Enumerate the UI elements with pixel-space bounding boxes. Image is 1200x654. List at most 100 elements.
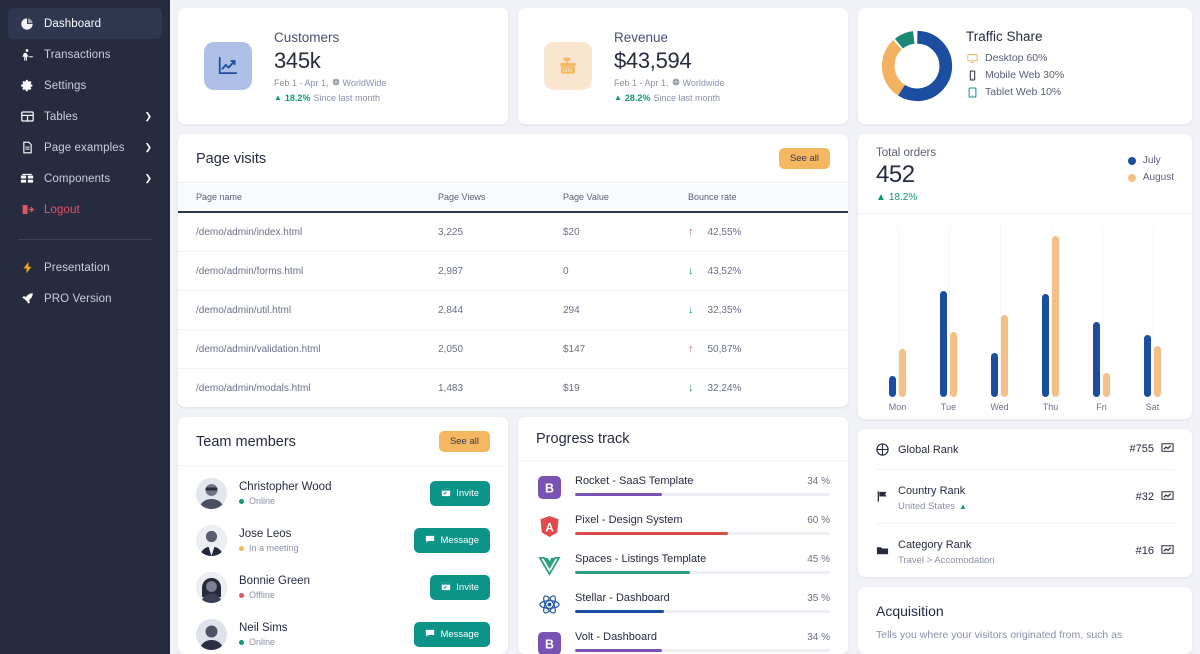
rank-sublabel: United States ▲ <box>898 501 1136 512</box>
avatar <box>196 525 227 556</box>
stat-value: 345k <box>274 48 386 74</box>
rank-value: #755 <box>1130 443 1154 455</box>
button-label: Invite <box>456 488 479 499</box>
table-row[interactable]: /demo/admin/validation.html 2,050 $147 ↑… <box>178 330 848 369</box>
sidebar: Dashboard Transactions Settings Tables ❯ <box>0 0 170 654</box>
sidebar-item-pro-version[interactable]: PRO Version <box>8 283 162 314</box>
sidebar-item-logout[interactable]: Logout <box>8 194 162 225</box>
stat-delta-value: 18.2% <box>285 93 311 103</box>
rankings-card: Global Rank #755 Country Rank <box>858 429 1192 577</box>
sidebar-item-transactions[interactable]: Transactions <box>8 39 162 70</box>
bootstrap-icon: B <box>536 630 562 654</box>
bar-august <box>1154 346 1161 397</box>
desktop-icon <box>966 53 978 64</box>
status-dot <box>239 640 244 645</box>
member-status: Online <box>239 637 402 647</box>
invite-button[interactable]: Invite <box>430 481 490 506</box>
bar-july <box>889 376 896 397</box>
sidebar-item-settings[interactable]: Settings <box>8 70 162 101</box>
chart-bars <box>872 226 1178 397</box>
rank-value-wrap: #32 <box>1136 489 1174 505</box>
x-label: Thu <box>1025 402 1076 412</box>
invite-button[interactable]: Invite <box>430 575 490 600</box>
globe-icon <box>672 78 680 88</box>
angular-icon: A <box>536 513 562 539</box>
bootstrap-icon: B <box>536 474 562 500</box>
message-button[interactable]: Message <box>414 622 490 647</box>
rank-sub-text: Travel > Accomodation <box>898 555 995 566</box>
bolt-icon <box>18 261 36 274</box>
legend-item-tablet: Tablet Web 10% <box>966 86 1172 98</box>
stat-delta: ▲ 18.2% Since last month <box>274 93 386 103</box>
stat-value: $43,594 <box>614 48 724 74</box>
cell-page-name: /demo/admin/modals.html <box>178 369 438 408</box>
stat-delta-text: Since last month <box>653 93 720 103</box>
cash-register-icon <box>544 42 592 90</box>
stat-range-region: WorldWide <box>343 78 387 88</box>
acquisition-card: Acquisition Tells you where your visitor… <box>858 587 1192 654</box>
bar-august <box>1001 315 1008 397</box>
arrow-down-icon: ↓ <box>688 265 694 277</box>
sidebar-item-label: Dashboard <box>44 18 152 30</box>
chart-line-icon <box>204 42 252 90</box>
list-item: Jose Leos In a meeting Message <box>196 517 490 564</box>
legend-item-august: August <box>1128 172 1174 183</box>
stat-range-dates: Feb 1 - Apr 1, <box>274 78 329 88</box>
stat-delta-text: Since last month <box>313 93 380 103</box>
table-row[interactable]: /demo/admin/modals.html 1,483 $19 ↓32,24… <box>178 369 848 408</box>
sidebar-item-tables[interactable]: Tables ❯ <box>8 101 162 132</box>
x-label: Tue <box>923 402 974 412</box>
list-item: Spaces - Listings Template 45 % <box>536 545 830 584</box>
rank-row-category: Category Rank Travel > Accomodation #16 <box>876 524 1174 577</box>
button-label: Message <box>440 535 479 546</box>
x-label: Sat <box>1127 402 1178 412</box>
chevron-right-icon: ❯ <box>142 111 152 122</box>
message-button[interactable]: Message <box>414 528 490 553</box>
sidebar-item-page-examples[interactable]: Page examples ❯ <box>8 132 162 163</box>
legend-dot <box>1128 157 1136 165</box>
team-members-list: Christopher Wood Online Invite <box>178 466 508 654</box>
table-row[interactable]: /demo/admin/forms.html 2,987 0 ↓43,52% <box>178 252 848 291</box>
member-name: Christopher Wood <box>239 481 418 493</box>
orders-delta: ▲ 18.2% <box>876 192 936 203</box>
progress-name: Volt - Dashboard <box>575 631 657 643</box>
sidebar-item-label: Tables <box>44 111 142 123</box>
rank-row-global: Global Rank #755 <box>876 429 1174 470</box>
rank-label: Country Rank <box>898 485 965 497</box>
stats-row: Customers 345k Feb 1 - Apr 1, WorldWide … <box>178 8 1192 124</box>
cell-bounce-rate: 32,35% <box>708 305 742 316</box>
team-members-header: Team members See all <box>178 417 508 466</box>
calendar-icon <box>441 487 451 500</box>
button-label: Invite <box>456 582 479 593</box>
see-all-button[interactable]: See all <box>779 148 830 169</box>
sidebar-item-components[interactable]: Components ❯ <box>8 163 162 194</box>
revenue-stat-card: Revenue $43,594 Feb 1 - Apr 1, Worldwide… <box>518 8 848 124</box>
sidebar-item-dashboard[interactable]: Dashboard <box>8 8 162 39</box>
status-label: Offline <box>249 590 275 600</box>
chevron-right-icon: ❯ <box>142 142 152 153</box>
traffic-share-title: Traffic Share <box>966 29 1172 44</box>
cell-page-value: $19 <box>563 369 688 408</box>
arrow-up-icon: ▲ <box>876 192 886 203</box>
avatar <box>196 619 227 650</box>
arrow-up-icon: ▲ <box>959 502 967 511</box>
bar-july <box>1144 335 1151 397</box>
tablet-icon <box>966 87 978 98</box>
sidebar-item-presentation[interactable]: Presentation <box>8 252 162 283</box>
team-members-card: Team members See all Christopher Wood <box>178 417 508 654</box>
bar-july <box>1042 294 1049 397</box>
cell-page-value: 294 <box>563 291 688 330</box>
bar-july <box>940 291 947 397</box>
table-row[interactable]: /demo/admin/util.html 2,844 294 ↓32,35% <box>178 291 848 330</box>
see-all-button[interactable]: See all <box>439 431 490 452</box>
table-row[interactable]: /demo/admin/index.html 3,225 $20 ↑42,55% <box>178 212 848 252</box>
status-dot <box>239 546 244 551</box>
orders-value: 452 <box>876 161 936 189</box>
legend-label: Tablet Web 10% <box>985 86 1061 98</box>
dashboard-app: Dashboard Transactions Settings Tables ❯ <box>0 0 1200 654</box>
progress-track-card: Progress track B Rocket - SaaS Template <box>518 417 848 654</box>
progress-percent: 34 % <box>807 632 830 643</box>
rank-value: #32 <box>1136 491 1154 503</box>
react-icon <box>536 591 562 617</box>
bar-august <box>1052 236 1059 397</box>
